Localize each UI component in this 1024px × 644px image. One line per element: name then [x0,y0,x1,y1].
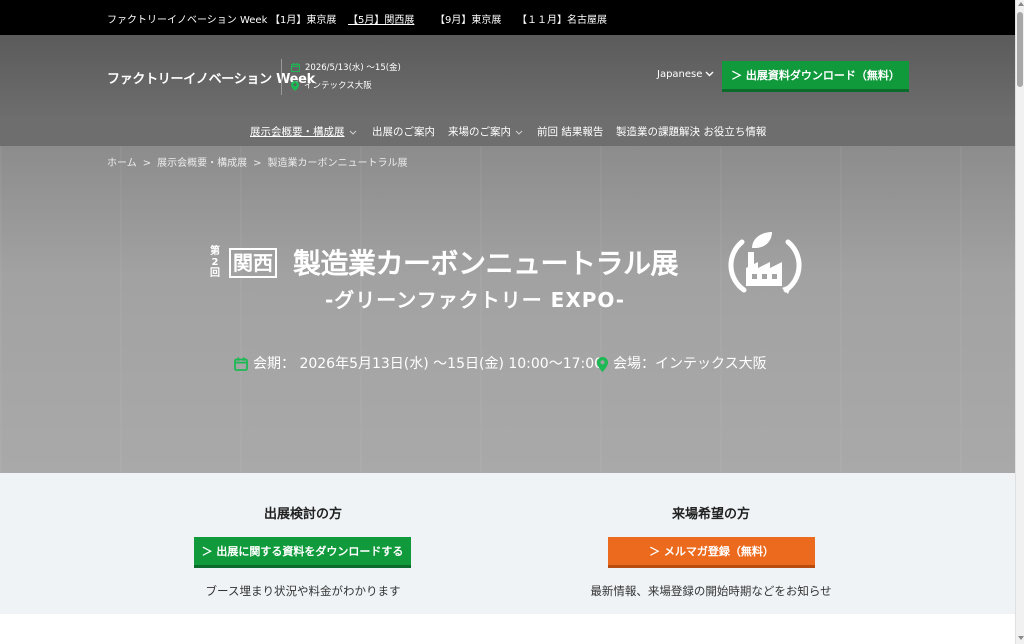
edition-badge: 第2回 [210,246,220,279]
breadcrumb-overview[interactable]: 展示会概要・構成展 [157,158,247,169]
header-date-text: 2026/5/13(水) ～15(金) [305,63,401,73]
page-bottom [0,614,1015,644]
page-title: 製造業カーボンニュートラル展 [293,247,679,280]
eco-factory-icon [728,232,802,294]
breadcrumb-current: 製造業カーボンニュートラル展 [267,158,408,169]
header-date: 2026/5/13(水) ～15(金) [290,61,401,73]
chevron-down-icon [515,130,523,135]
topbar-link-sep-tokyo[interactable]: 【9月】東京展 [435,11,501,26]
nav-item-label: 展示会概要・構成展 [250,126,345,138]
scroll-up-arrow-icon[interactable] [1018,2,1024,6]
chevron-down-icon [349,130,356,135]
nav-item-label: 製造業の課題解決 お役立ち情報 [616,126,767,138]
hero-section: ホーム > 展示会概要・構成展 > 製造業カーボンニュートラル展 第2回 関西 製造業カ… [0,146,1015,473]
language-selector[interactable]: Japanese [657,69,714,80]
event-venue-value: インテックス大阪 [655,356,767,372]
site-logo[interactable]: ファクトリーイノベーション Week [107,68,315,87]
scrollbar-thumb[interactable] [1017,12,1023,87]
breadcrumb: ホーム > 展示会概要・構成展 > 製造業カーボンニュートラル展 [107,154,407,169]
cta-exhibitor-note: ブース埋まり状況や料金がわかります [205,584,401,598]
site-header: ファクトリーイノベーション Week 2026/5/13(水) ～15(金) イ… [0,35,1015,117]
newsletter-signup-button[interactable]: ＞ メルマガ登録（無料） [608,537,815,568]
event-venue: 会場：インテックス大阪 [597,353,767,373]
breadcrumb-home[interactable]: ホーム [107,158,137,169]
header-venue: インテックス大阪 [291,79,372,91]
nav-item-visit-info[interactable]: 来場のご案内 [448,124,523,139]
breadcrumb-separator: > [253,158,262,169]
scroll-down-arrow-icon[interactable] [1018,636,1024,640]
event-period-label: 会期： [253,356,295,372]
cta-section: 出展検討の方 ＞ 出展に関する資料をダウンロードする ブース埋まり状況や料金がわ… [0,473,1015,614]
breadcrumb-separator: > [142,158,152,169]
cta-visitor-note: 最新情報、来場登録の開始時期などをお知らせ [590,584,832,598]
topbar-link-nov-nagoya[interactable]: 【１１月】名古屋展 [517,11,607,26]
main-nav: 展示会概要・構成展 出展のご案内 来場のご案内 前回 結果報告 製造業の課題解決… [0,117,1015,146]
nav-item-overview[interactable]: 展示会概要・構成展 [250,124,357,139]
nav-item-label: 出展のご案内 [372,126,435,138]
show-logo: 第2回 関西 製造業カーボンニュートラル展 -グリーンファクトリー EXPO- [208,228,808,318]
top-bar: ファクトリーイノベーション Week 【1月】東京展 【5月】関西展 【9月】東… [0,0,1015,35]
event-period: 会期： 2026年5月13日(水) ～15日(金) 10:00～17:00 [234,353,603,373]
topbar-link-jan-tokyo[interactable]: 【1月】東京展 [270,11,336,26]
event-venue-label: 会場： [613,356,655,372]
location-pin-icon [597,356,608,372]
header-venue-text: インテックス大阪 [304,81,372,91]
event-period-value: 2026年5月13日(水) ～15日(金) 10:00～17:00 [299,356,604,372]
cta-visitor-heading: 来場希望の方 [671,507,750,522]
calendar-icon [290,63,301,73]
chevron-down-icon [705,71,714,77]
language-label: Japanese [657,69,703,80]
nav-item-exhibit-info[interactable]: 出展のご案内 [372,124,435,139]
nav-item-label: 前回 結果報告 [537,126,604,138]
exhibitor-download-button[interactable]: ＞ 出展に関する資料をダウンロードする [194,537,411,568]
cta-exhibitor-heading: 出展検討の方 [263,507,342,522]
nav-item-previous-report[interactable]: 前回 結果報告 [537,124,603,139]
vertical-scrollbar[interactable] [1015,0,1024,644]
location-pin-icon [291,80,299,91]
region-badge: 関西 [229,248,277,278]
header-divider [281,59,282,95]
download-materials-button[interactable]: ＞ 出展資料ダウンロード（無料） [722,61,909,92]
page-subtitle: -グリーンファクトリー EXPO- [325,288,626,312]
calendar-icon [234,357,248,371]
topbar-link-may-kansai[interactable]: 【5月】関西展 [348,11,414,26]
nav-item-label: 来場のご案内 [448,126,511,138]
topbar-link-week[interactable]: ファクトリーイノベーション Week [107,11,267,26]
nav-item-useful-info[interactable]: 製造業の課題解決 お役立ち情報 [616,124,766,139]
